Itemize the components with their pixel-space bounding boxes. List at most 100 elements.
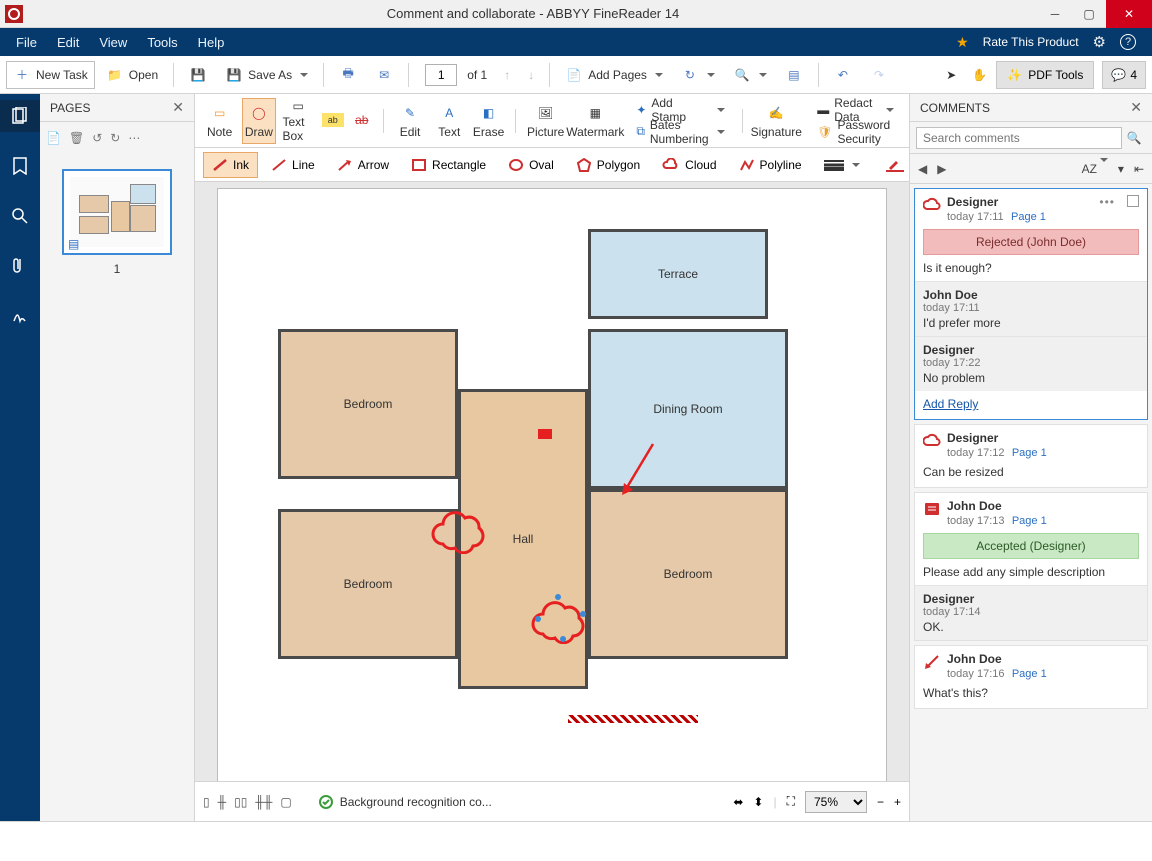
menu-edit[interactable]: Edit xyxy=(47,31,89,54)
close-icon[interactable]: ✕ xyxy=(1130,99,1142,116)
zoom-select[interactable]: 75% xyxy=(805,791,867,813)
nav-pages[interactable] xyxy=(0,100,40,132)
delete-icon[interactable]: 🗑 xyxy=(69,131,84,145)
view-facing-icon[interactable]: ▯▯ xyxy=(234,795,247,809)
comment-page[interactable]: Page 1 xyxy=(1012,515,1047,527)
print-button[interactable]: 🖶 xyxy=(332,61,364,89)
zoom-in-button[interactable]: + xyxy=(894,795,901,809)
menu-view[interactable]: View xyxy=(89,31,137,54)
line-style-button[interactable] xyxy=(815,152,869,178)
view-single-icon[interactable]: ▯ xyxy=(203,795,210,809)
rect-tool[interactable]: Rectangle xyxy=(402,152,495,178)
hand-button[interactable]: ✋ xyxy=(965,61,994,89)
polyline-tool[interactable]: Polyline xyxy=(730,152,811,178)
menu-help[interactable]: Help xyxy=(188,31,235,54)
annotation-arrow[interactable] xyxy=(618,439,658,499)
comment-page[interactable]: Page 1 xyxy=(1011,211,1046,223)
canvas[interactable]: Terrace Bedroom Bedroom Hall Dining Room… xyxy=(195,182,909,781)
menu-file[interactable]: File xyxy=(6,31,47,54)
close-button[interactable]: ✕ xyxy=(1106,0,1152,28)
page-view[interactable]: Terrace Bedroom Bedroom Hall Dining Room… xyxy=(217,188,887,781)
comment-card[interactable]: John Doe today 17:16 Page 1 What's this? xyxy=(914,645,1148,709)
annotation-cloud-1[interactable] xyxy=(428,499,488,554)
comment-card[interactable]: John Doe today 17:13 Page 1 Accepted (De… xyxy=(914,492,1148,641)
pdf-tools-button[interactable]: ✨PDF Tools xyxy=(996,61,1094,89)
draw-tool[interactable]: ◯Draw xyxy=(242,98,275,144)
comments-button[interactable]: 💬4 xyxy=(1102,61,1146,89)
nav-bookmarks[interactable] xyxy=(0,150,40,182)
page-input[interactable] xyxy=(425,64,457,86)
open-button[interactable]: 📁Open xyxy=(99,61,165,89)
search-doc-button[interactable]: 🔍 xyxy=(726,61,774,89)
nav-attachments[interactable] xyxy=(0,250,40,282)
rate-link[interactable]: Rate This Product xyxy=(983,35,1079,49)
collapse-button[interactable]: ⇤ xyxy=(1134,162,1144,176)
fit-width-icon[interactable]: ⬌ xyxy=(733,795,743,809)
signature-tool[interactable]: ✍Signature xyxy=(752,98,800,144)
new-task-button[interactable]: ＋New Task xyxy=(6,61,95,89)
pwdsec-button[interactable]: 🛡Password Security xyxy=(810,122,901,142)
view-facing2-icon[interactable]: ╫╫ xyxy=(255,795,272,809)
pointer-button[interactable]: ➤ xyxy=(939,61,963,89)
background-recognition[interactable]: Background recognition co... xyxy=(318,794,492,810)
bates-button[interactable]: ⧉Bates Numbering xyxy=(629,122,731,142)
close-icon[interactable]: ✕ xyxy=(172,99,184,116)
text-tool[interactable]: AText xyxy=(433,98,466,144)
fullscreen-icon[interactable]: ⛶ xyxy=(787,794,795,809)
comment-card[interactable]: Designer today 17:12 Page 1 Can be resiz… xyxy=(914,424,1148,488)
organize-button[interactable]: ▤ xyxy=(778,61,810,89)
view-continuous-icon[interactable]: ╫ xyxy=(218,795,227,809)
next-comment-button[interactable]: ▶ xyxy=(937,162,946,176)
view-thumb-icon[interactable]: ▢ xyxy=(280,795,291,809)
watermark-tool[interactable]: ▦Watermark xyxy=(571,98,619,144)
page-down-button[interactable]: ↓ xyxy=(521,61,541,89)
page-up-button[interactable]: ↑ xyxy=(497,61,517,89)
polygon-tool[interactable]: Polygon xyxy=(567,152,649,178)
note-tool[interactable]: ▭Note xyxy=(203,98,236,144)
search-input[interactable] xyxy=(916,127,1122,149)
prev-comment-button[interactable]: ◀ xyxy=(918,162,927,176)
zoom-out-button[interactable]: − xyxy=(877,795,884,809)
line-tool[interactable]: Line xyxy=(262,152,324,178)
gear-icon[interactable]: ⚙ xyxy=(1093,33,1106,51)
more-icon[interactable]: ••• xyxy=(1099,195,1115,209)
email-button[interactable]: ✉ xyxy=(368,61,400,89)
arrow-tool[interactable]: Arrow xyxy=(328,152,398,178)
add-reply-link[interactable]: Add Reply xyxy=(923,397,978,411)
maximize-button[interactable]: ▢ xyxy=(1072,0,1106,28)
more-icon[interactable]: ⋯ xyxy=(128,131,140,145)
strike-tool[interactable]: ab xyxy=(351,98,373,144)
fit-page-icon[interactable]: ⬍ xyxy=(753,795,763,809)
add-stamp-button[interactable]: ✦Add Stamp xyxy=(629,100,731,120)
edit-tool[interactable]: ✎Edit xyxy=(393,98,426,144)
redo-button[interactable]: ↷ xyxy=(863,61,895,89)
picture-tool[interactable]: 🖼Picture xyxy=(526,98,565,144)
comment-card[interactable]: Designer today 17:11 Page 1 ••• Rejected… xyxy=(914,188,1148,420)
page-thumbnail[interactable]: ▤ xyxy=(63,170,171,254)
annotation-cloud-2[interactable] xyxy=(528,589,593,644)
minimize-button[interactable]: ─ xyxy=(1038,0,1072,28)
filter-button[interactable]: ▾ xyxy=(1118,162,1124,176)
add-pages-button[interactable]: 📄Add Pages xyxy=(558,61,670,89)
redact-button[interactable]: ▬Redact Data xyxy=(810,100,901,120)
annotation-rect[interactable] xyxy=(538,429,552,439)
help-icon[interactable]: ? xyxy=(1120,34,1136,50)
saveas-button[interactable]: 💾Save As xyxy=(218,61,315,89)
undo-button[interactable]: ↶ xyxy=(827,61,859,89)
rotate-button[interactable]: ↻ xyxy=(674,61,722,89)
search-icon[interactable]: 🔍 xyxy=(1122,131,1146,145)
textbox-tool[interactable]: ▭Text Box xyxy=(282,98,315,144)
menu-tools[interactable]: Tools xyxy=(137,31,187,54)
erase-tool[interactable]: ◧Erase xyxy=(472,98,505,144)
checkbox[interactable] xyxy=(1127,195,1139,207)
rotate-cw-icon[interactable]: ↻ xyxy=(110,131,120,145)
ink-tool[interactable]: Ink xyxy=(203,152,258,178)
rotate-ccw-icon[interactable]: ↺ xyxy=(92,131,102,145)
cloud-tool[interactable]: Cloud xyxy=(653,152,725,178)
oval-tool[interactable]: Oval xyxy=(499,152,563,178)
save-button[interactable]: 💾 xyxy=(182,61,214,89)
comment-page[interactable]: Page 1 xyxy=(1012,668,1047,680)
add-page-icon[interactable]: 📄 xyxy=(46,131,61,145)
highlight-tool[interactable]: ab xyxy=(321,98,345,144)
nav-search[interactable] xyxy=(0,200,40,232)
